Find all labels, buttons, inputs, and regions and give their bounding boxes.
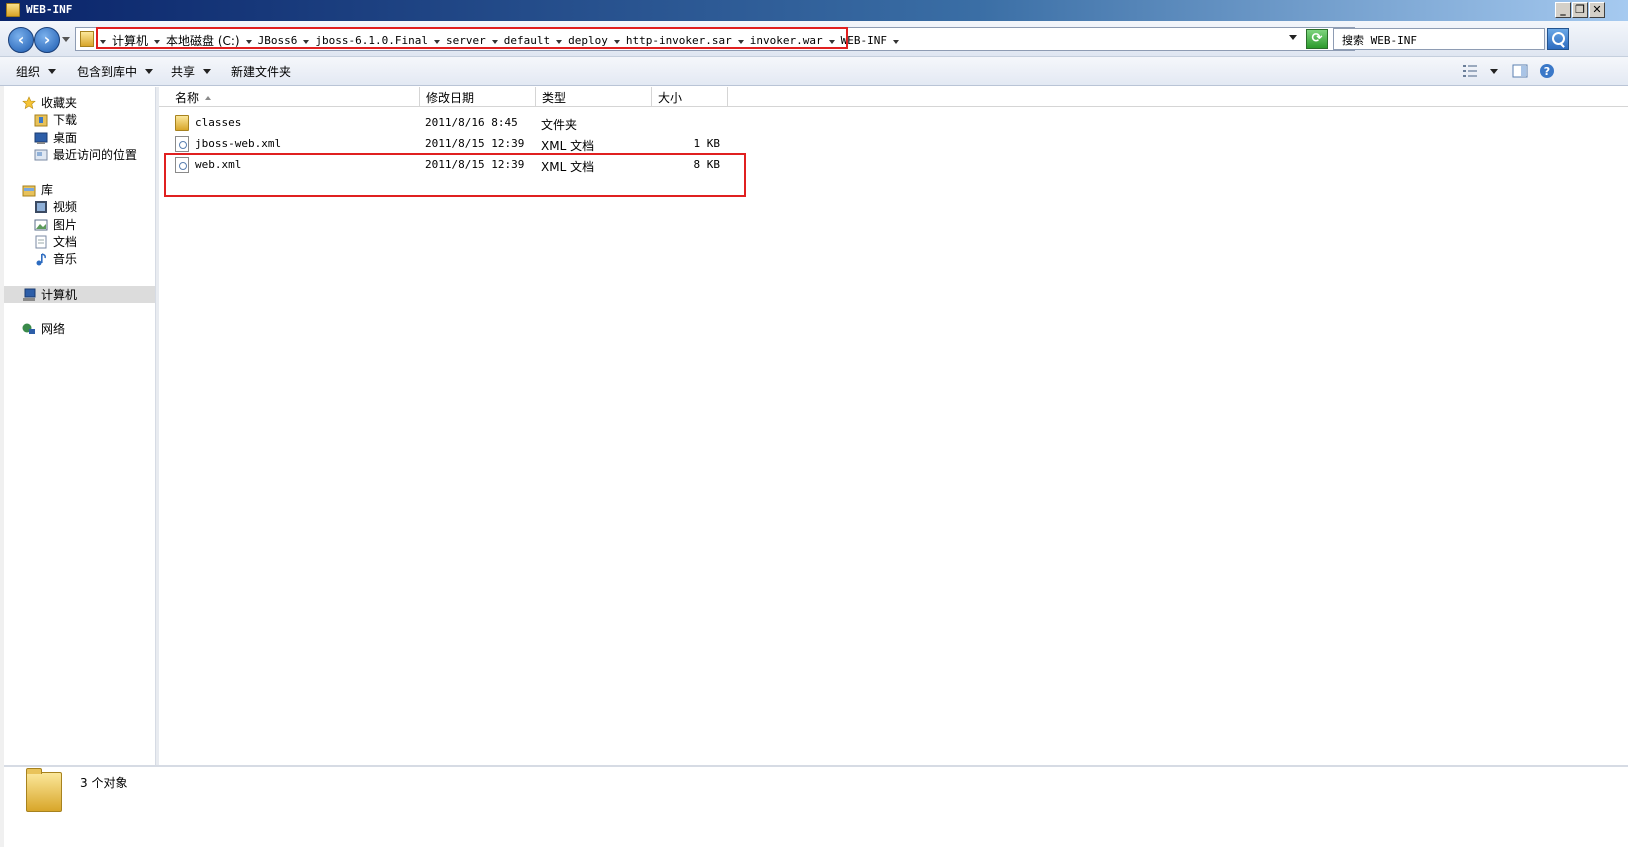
file-row-jboss-web[interactable]: jboss-web.xml 2011/8/15 12:39 XML 文档 1 K… [159, 134, 759, 155]
minimize-button[interactable]: _ [1555, 2, 1571, 18]
file-size: 1 KB [693, 137, 721, 150]
sidebar-item-label: 文档 [53, 235, 78, 249]
desktop-icon [34, 132, 48, 144]
sidebar-item-recent[interactable]: 最近访问的位置 [34, 146, 137, 163]
folder-icon [80, 31, 94, 47]
preview-pane-icon[interactable] [1512, 63, 1528, 79]
file-name: classes [195, 116, 242, 129]
sort-ascending-icon [205, 96, 212, 100]
sidebar-item-favorites[interactable]: 收藏夹 [22, 94, 77, 111]
search-input[interactable]: 搜索 WEB-INF [1333, 28, 1545, 50]
column-header-type[interactable]: 类型 [536, 87, 652, 107]
recent-pages-dropdown[interactable] [62, 37, 70, 42]
file-list-header: 名称 修改日期 类型 大小 [159, 87, 1628, 107]
computer-icon [23, 288, 36, 301]
new-folder-button[interactable]: 新建文件夹 [231, 63, 291, 80]
sidebar-item-label: 图片 [53, 218, 78, 232]
share-button[interactable]: 共享 [171, 63, 212, 80]
document-icon [35, 235, 47, 248]
column-type-label: 类型 [542, 91, 567, 105]
sidebar-item-label: 网络 [41, 322, 66, 336]
sidebar-item-network[interactable]: 网络 [22, 320, 65, 337]
sidebar-item-label: 下载 [53, 113, 78, 127]
sidebar-item-label: 桌面 [53, 131, 78, 145]
file-modified: 2011/8/15 12:39 [425, 137, 525, 150]
recent-places-icon [34, 149, 48, 160]
command-bar: 组织 包含到库中 共享 新建文件夹 ? [0, 57, 1628, 86]
folder-icon [6, 3, 20, 17]
column-modified-label: 修改日期 [426, 91, 475, 105]
sidebar-item-label: 计算机 [41, 288, 78, 302]
column-header-modified[interactable]: 修改日期 [420, 87, 536, 107]
sidebar-item-label: 音乐 [53, 252, 78, 266]
column-name-label: 名称 [175, 91, 200, 105]
search-icon[interactable] [1547, 28, 1569, 50]
xml-file-icon [175, 136, 189, 152]
sidebar-item-label: 收藏夹 [41, 96, 78, 110]
file-modified: 2011/8/16 8:45 [425, 116, 518, 129]
file-name: jboss-web.xml [195, 137, 282, 150]
item-count: 3 个对象 [80, 776, 128, 790]
back-button[interactable]: ‹ [8, 27, 34, 53]
downloads-folder-icon [34, 114, 48, 126]
details-pane: 3 个对象 [4, 765, 1628, 847]
sidebar-item-pictures[interactable]: 图片 [34, 216, 77, 233]
folder-icon [175, 115, 189, 131]
close-button[interactable]: ✕ [1589, 2, 1605, 18]
sidebar-item-computer[interactable]: 计算机 [22, 286, 77, 303]
refresh-button[interactable]: ⟳ [1306, 29, 1328, 49]
sidebar-item-label: 最近访问的位置 [53, 148, 138, 162]
sidebar-item-music[interactable]: 音乐 [34, 250, 77, 267]
star-icon [22, 95, 36, 109]
address-history-dropdown[interactable] [1289, 35, 1297, 40]
pane-splitter[interactable] [156, 87, 159, 765]
sidebar-item-desktop[interactable]: 桌面 [34, 129, 77, 146]
restore-button[interactable]: ❐ [1572, 2, 1588, 18]
library-icon [22, 185, 36, 196]
address-highlight-box [96, 27, 848, 49]
video-icon [35, 200, 47, 213]
chevron-down-icon [145, 69, 154, 74]
title-bar: WEB-INF _ ❐ ✕ [0, 0, 1628, 21]
sidebar-item-documents[interactable]: 文档 [34, 233, 77, 250]
sidebar-item-libraries[interactable]: 库 [22, 181, 53, 198]
chevron-down-icon[interactable] [893, 39, 900, 44]
column-header-name[interactable]: 名称 [159, 87, 420, 107]
include-in-library-label: 包含到库中 [77, 65, 138, 79]
share-label: 共享 [171, 65, 196, 79]
help-icon[interactable]: ? [1539, 63, 1555, 79]
sidebar-item-downloads[interactable]: 下载 [34, 111, 77, 128]
chevron-down-icon[interactable] [1490, 69, 1498, 74]
view-options-icon[interactable] [1462, 63, 1478, 79]
folder-icon [26, 768, 62, 812]
breadcrumb-trailing-chevron[interactable] [893, 38, 905, 44]
picture-icon [34, 219, 48, 230]
file-type: 文件夹 [541, 118, 578, 132]
sidebar-item-label: 库 [41, 183, 54, 197]
window-title: WEB-INF [26, 3, 73, 16]
svg-text:?: ? [1544, 65, 1550, 78]
column-size-label: 大小 [658, 91, 683, 105]
organize-label: 组织 [16, 65, 41, 79]
network-icon [22, 323, 35, 334]
chevron-down-icon [48, 69, 57, 74]
include-in-library-button[interactable]: 包含到库中 [77, 63, 154, 80]
sidebar-item-videos[interactable]: 视频 [34, 198, 77, 215]
sidebar-item-label: 视频 [53, 200, 78, 214]
chevron-down-icon [203, 69, 212, 74]
column-header-size[interactable]: 大小 [652, 87, 728, 107]
file-type: XML 文档 [541, 139, 595, 153]
music-icon [36, 252, 46, 265]
organize-button[interactable]: 组织 [16, 63, 57, 80]
new-folder-label: 新建文件夹 [231, 65, 292, 79]
file-row-classes[interactable]: classes 2011/8/16 8:45 文件夹 [159, 113, 759, 134]
web-xml-highlight-box [164, 153, 746, 197]
forward-button[interactable]: › [34, 27, 60, 53]
